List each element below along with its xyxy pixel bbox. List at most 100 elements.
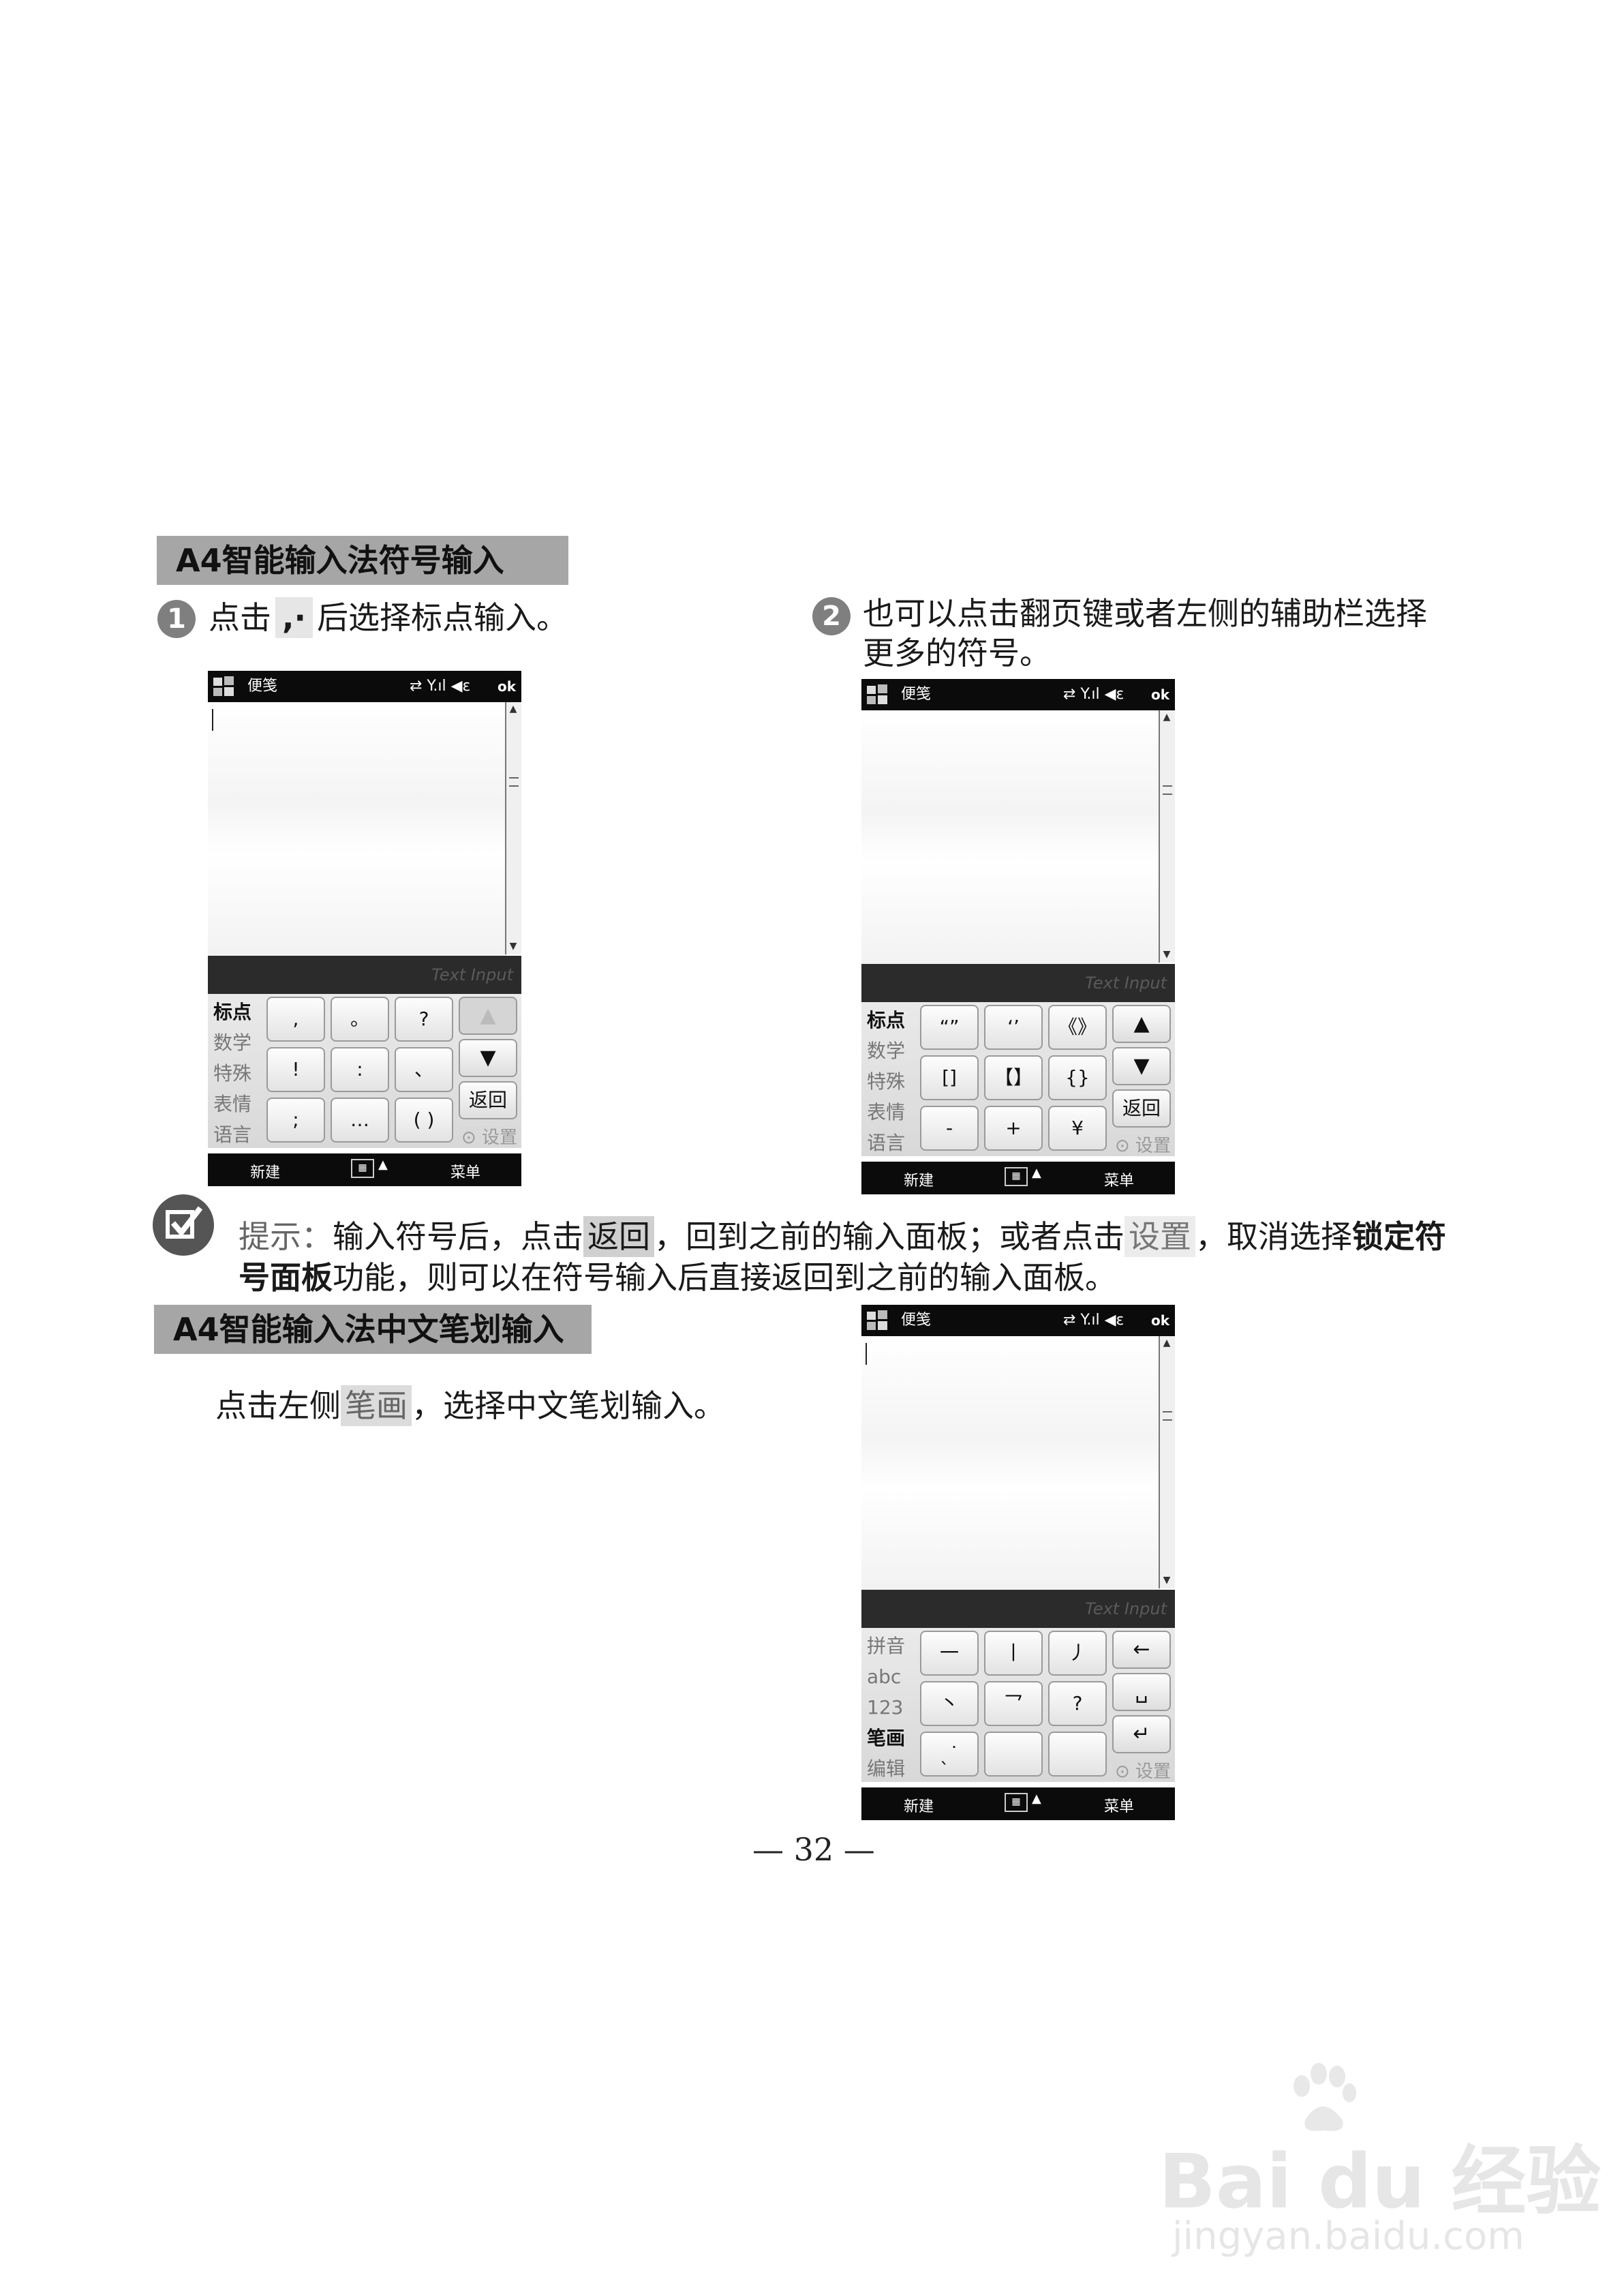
enter-button[interactable]: ↵ bbox=[1112, 1715, 1171, 1753]
back-button[interactable]: 返回 bbox=[459, 1081, 517, 1119]
status-icons: ⇄ Y.ıl ◀ε bbox=[410, 678, 471, 695]
windows-start-icon[interactable] bbox=[866, 683, 889, 706]
watermark-brand: Bai du 经验 bbox=[1159, 2138, 1602, 2225]
stroke-key[interactable]: 乛 bbox=[984, 1681, 1043, 1726]
scrollbar[interactable]: ▲ ▼ bbox=[505, 702, 521, 954]
keyboard-icon[interactable]: ▦ bbox=[1005, 1793, 1028, 1812]
symbol-key[interactable]: “” bbox=[920, 1005, 979, 1050]
symbol-key[interactable]: ( ) bbox=[395, 1098, 453, 1143]
side-item-punctuation[interactable]: 标点 bbox=[213, 997, 262, 1027]
note-text-area[interactable] bbox=[861, 1336, 1160, 1590]
menu-softkey[interactable]: 菜单 bbox=[1104, 1794, 1134, 1816]
page-up-button[interactable]: ▲ bbox=[1112, 1005, 1171, 1043]
stroke-key[interactable]: ˎ˙ bbox=[920, 1732, 979, 1777]
scroll-grip-icon[interactable] bbox=[1163, 785, 1172, 795]
side-item-emoticon[interactable]: 表情 bbox=[867, 1097, 916, 1128]
ok-button[interactable]: ok bbox=[1151, 1310, 1169, 1331]
caret-up-icon[interactable]: ▲ bbox=[1032, 1792, 1041, 1806]
ok-button[interactable]: ok bbox=[1151, 684, 1169, 705]
new-softkey[interactable]: 新建 bbox=[904, 1794, 934, 1816]
symbol-key[interactable]: 、 bbox=[395, 1047, 453, 1092]
side-item-language[interactable]: 语言 bbox=[213, 1119, 262, 1150]
windows-start-icon[interactable] bbox=[866, 1309, 889, 1332]
symbol-key[interactable]: : bbox=[331, 1047, 389, 1092]
side-item-language[interactable]: 语言 bbox=[867, 1128, 916, 1158]
symbol-key[interactable]: - bbox=[920, 1106, 979, 1151]
back-button[interactable]: 返回 bbox=[1112, 1089, 1171, 1128]
page-down-button[interactable]: ▼ bbox=[459, 1039, 517, 1077]
text-cursor bbox=[866, 1343, 867, 1365]
scroll-down-icon[interactable]: ▼ bbox=[1161, 949, 1172, 960]
symbol-key[interactable]: [] bbox=[920, 1055, 979, 1100]
side-item-emoticon[interactable]: 表情 bbox=[213, 1089, 262, 1119]
scroll-up-icon[interactable]: ▲ bbox=[508, 704, 519, 714]
menu-softkey[interactable]: 菜单 bbox=[1104, 1168, 1134, 1190]
side-item-math[interactable]: 数学 bbox=[867, 1036, 916, 1066]
scroll-up-icon[interactable]: ▲ bbox=[1161, 712, 1172, 723]
scroll-up-icon[interactable]: ▲ bbox=[1161, 1338, 1172, 1348]
scroll-down-icon[interactable]: ▼ bbox=[508, 941, 519, 952]
side-item-math[interactable]: 数学 bbox=[213, 1027, 262, 1058]
symbol-key[interactable]: ; bbox=[266, 1098, 325, 1143]
caret-up-icon[interactable]: ▲ bbox=[1032, 1166, 1041, 1180]
side-item-edit[interactable]: 编辑 bbox=[867, 1753, 916, 1784]
backspace-button[interactable]: ← bbox=[1112, 1631, 1171, 1669]
side-item-stroke[interactable]: 笔画 bbox=[867, 1723, 916, 1753]
symbol-keyboard: 标点 数学 特殊 表情 语言 “” ‘’ 《》 [] 【】 {} - + ¥ ▲… bbox=[861, 1002, 1175, 1156]
side-item-special[interactable]: 特殊 bbox=[213, 1058, 262, 1089]
settings-option[interactable]: ⊙ 设置 bbox=[461, 1123, 517, 1149]
tip-text-line1: 提示：输入符号后，点击 返回 ，回到之前的输入面板；或者点击 设置 ，取消选择锁定符 bbox=[239, 1216, 1446, 1257]
space-button[interactable]: ␣ bbox=[1112, 1673, 1171, 1711]
scroll-grip-icon[interactable] bbox=[1163, 1411, 1172, 1421]
stroke-key[interactable] bbox=[984, 1732, 1043, 1777]
menu-softkey[interactable]: 菜单 bbox=[450, 1160, 480, 1182]
symbol-key[interactable]: ! bbox=[266, 1047, 325, 1092]
stroke-key[interactable]: 丿 bbox=[1048, 1631, 1107, 1676]
symbol-key[interactable]: ‘’ bbox=[984, 1005, 1043, 1050]
symbol-key[interactable]: ¥ bbox=[1048, 1106, 1107, 1151]
stroke-keyboard: 拼音 abc 123 笔画 编辑 一 丨 丿 丶 乛 ? ˎ˙ ← ␣ ↵ ⊙ … bbox=[861, 1628, 1175, 1782]
note-text-area[interactable] bbox=[208, 702, 506, 956]
section-heading-symbol-input: A4智能输入法符号输入 bbox=[157, 536, 568, 585]
side-item-abc[interactable]: abc bbox=[867, 1661, 916, 1692]
scrollbar[interactable]: ▲ ▼ bbox=[1159, 710, 1175, 963]
stroke-key[interactable]: 一 bbox=[920, 1631, 979, 1676]
symbol-key[interactable]: , bbox=[266, 997, 325, 1042]
scroll-grip-icon[interactable] bbox=[509, 777, 519, 787]
symbol-key[interactable]: 【】 bbox=[984, 1055, 1043, 1100]
keyboard-icon[interactable]: ▦ bbox=[351, 1159, 374, 1178]
stroke-key[interactable]: ? bbox=[1048, 1681, 1107, 1726]
symbol-key[interactable]: {} bbox=[1048, 1055, 1107, 1100]
step-1-text: 点击 ,· 后选择标点输入。 bbox=[209, 597, 568, 638]
side-item-punctuation[interactable]: 标点 bbox=[867, 1005, 916, 1036]
page-up-button[interactable]: ▲ bbox=[459, 997, 517, 1035]
stroke-key[interactable]: 丨 bbox=[984, 1631, 1043, 1676]
symbol-key[interactable]: … bbox=[331, 1098, 389, 1143]
symbol-key[interactable]: 《》 bbox=[1048, 1005, 1107, 1050]
symbol-keyboard: 标点 数学 特殊 表情 语言 , 。 ? ! : 、 ; … ( ) ▲ ▼ 返… bbox=[208, 994, 521, 1148]
symbol-key[interactable]: 。 bbox=[331, 997, 389, 1042]
title-bar: 便笺 ⇄ Y.ıl ◀ε ok bbox=[208, 671, 521, 702]
settings-option[interactable]: ⊙ 设置 bbox=[1115, 1132, 1171, 1157]
stroke-key[interactable] bbox=[1048, 1732, 1107, 1777]
new-softkey[interactable]: 新建 bbox=[904, 1168, 934, 1190]
scrollbar[interactable]: ▲ ▼ bbox=[1159, 1336, 1175, 1588]
keyboard-icon[interactable]: ▦ bbox=[1005, 1167, 1028, 1186]
page-number: — 32 — bbox=[752, 1831, 875, 1868]
stroke-key[interactable]: 丶 bbox=[920, 1681, 979, 1726]
symbol-key[interactable]: + bbox=[984, 1106, 1043, 1151]
page-down-button[interactable]: ▼ bbox=[1112, 1047, 1171, 1085]
step-2-badge: 2 bbox=[812, 597, 851, 635]
scroll-down-icon[interactable]: ▼ bbox=[1161, 1575, 1172, 1586]
caret-up-icon[interactable]: ▲ bbox=[378, 1158, 388, 1172]
side-item-pinyin[interactable]: 拼音 bbox=[867, 1631, 916, 1661]
side-item-123[interactable]: 123 bbox=[867, 1692, 916, 1723]
ok-button[interactable]: ok bbox=[498, 676, 516, 697]
keyboard-side-panel: 拼音 abc 123 笔画 编辑 bbox=[867, 1631, 916, 1784]
note-text-area[interactable] bbox=[861, 710, 1160, 964]
new-softkey[interactable]: 新建 bbox=[250, 1160, 280, 1182]
side-item-special[interactable]: 特殊 bbox=[867, 1066, 916, 1097]
windows-start-icon[interactable] bbox=[212, 675, 235, 698]
symbol-key[interactable]: ? bbox=[395, 997, 453, 1042]
settings-option[interactable]: ⊙ 设置 bbox=[1115, 1757, 1171, 1783]
